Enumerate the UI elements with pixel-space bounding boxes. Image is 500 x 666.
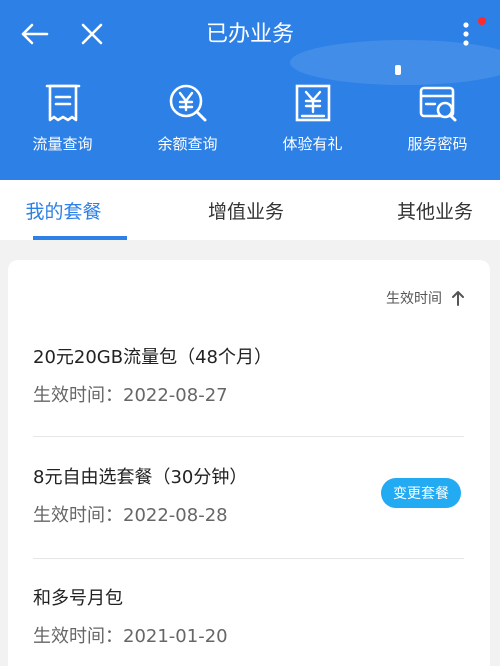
close-button[interactable] (70, 14, 114, 54)
plan-date: 生效时间：2021-01-20 (33, 626, 228, 647)
yen-gift-icon (295, 84, 330, 122)
tab-my-plan[interactable]: 我的套餐 (0, 180, 127, 240)
tab-bar: 我的套餐 增值业务 其他业务 (0, 180, 500, 240)
quick-action-label: 余额查询 (157, 135, 218, 153)
more-vertical-icon (463, 22, 469, 46)
top-bar: 已办业务 (0, 0, 500, 68)
plan-list-card: 生效时间 20元20GB流量包（48个月） 生效时间：2022-08-27 8元… (8, 260, 490, 666)
quick-action-label: 流量查询 (32, 135, 93, 153)
sort-button[interactable]: 生效时间 (386, 288, 464, 308)
sort-label: 生效时间 (386, 291, 442, 307)
quick-action-label: 体验有礼 (282, 135, 343, 153)
list-item[interactable]: 和多号月包 生效时间：2021-01-20 (33, 586, 464, 666)
yen-search-icon (169, 84, 206, 122)
quick-action-traffic[interactable]: 流量查询 (0, 82, 125, 158)
page-title: 已办业务 (205, 22, 294, 47)
back-button[interactable] (12, 14, 56, 54)
change-plan-button[interactable]: 变更套餐 (381, 478, 461, 508)
quick-action-balance[interactable]: 余额查询 (125, 82, 250, 158)
quick-action-label: 服务密码 (407, 135, 468, 153)
quick-action-gift[interactable]: 体验有礼 (250, 82, 375, 158)
tab-value-added[interactable]: 增值业务 (187, 180, 305, 240)
arrow-up-icon (452, 291, 464, 306)
plan-date: 生效时间：2022-08-27 (33, 385, 228, 406)
list-item[interactable]: 8元自由选套餐（30分钟） 生效时间：2022-08-28 变更套餐 (33, 465, 464, 559)
card-search-icon (419, 86, 456, 122)
arrow-left-icon (21, 23, 49, 45)
notification-dot (478, 17, 486, 25)
tab-other[interactable]: 其他业务 (375, 180, 495, 240)
quick-action-password[interactable]: 服务密码 (375, 82, 500, 158)
quick-actions: 流量查询 余额查询 体验有礼 服务密码 (0, 82, 500, 158)
receipt-icon (45, 84, 80, 122)
list-item[interactable]: 20元20GB流量包（48个月） 生效时间：2022-08-27 (33, 345, 464, 437)
plan-name: 20元20GB流量包（48个月） (33, 347, 273, 368)
plan-name: 和多号月包 (33, 588, 123, 609)
close-icon (81, 23, 103, 45)
